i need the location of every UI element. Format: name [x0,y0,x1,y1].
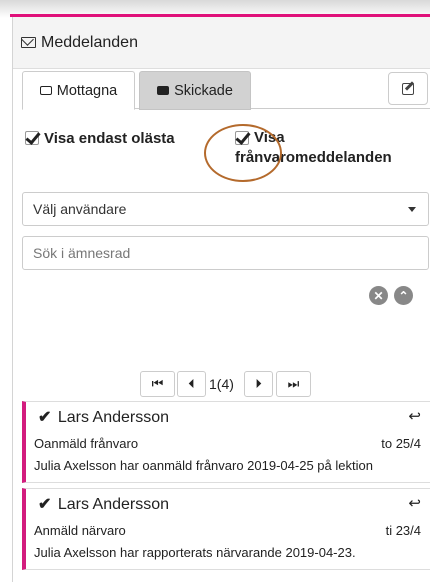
inbox-icon [157,86,170,95]
message-subject: Anmäld närvaro [34,523,126,538]
message-subject: Oanmäld frånvaro [34,436,139,451]
subject-search-placeholder: Sök i ämnesrad [33,245,131,261]
tab-sent-label: Skickade [174,82,233,99]
reply-icon[interactable]: ↩ [408,407,421,425]
collapse-icon[interactable]: ⌃ [394,286,413,305]
unread-only-checkbox[interactable] [25,131,39,145]
message-preview: Julia Axelsson har rapporterats närvaran… [34,545,356,560]
message-item[interactable]: ✔ Lars Andersson ↩ Oanmäld frånvaro to 2… [22,401,430,483]
message-item[interactable]: ✔ Lars Andersson ↩ Anmäld närvaro ti 23/… [22,488,430,570]
tab-inbox[interactable]: Mottagna [22,71,135,110]
tab-bar: Mottagna Skickade [22,71,430,110]
tab-sent[interactable]: Skickade [139,71,251,110]
annotation-circle [204,124,282,182]
panel-title: Meddelanden [41,33,138,51]
inbox-icon [39,86,52,95]
prev-page-icon: ⏴ [188,376,195,391]
panel-header: Meddelanden [13,17,430,69]
message-sender-row: ✔ Lars Andersson [38,494,169,514]
message-date: ti 23/4 [385,523,421,538]
first-page-button[interactable]: ⏮ [140,371,175,397]
read-check-icon: ✔ [38,496,52,513]
user-select-value: Välj användare [33,201,127,217]
prev-page-button[interactable]: ⏴ [177,371,206,397]
edit-icon [402,82,414,95]
last-page-button[interactable]: ⏭ [276,371,311,397]
message-date: to 25/4 [381,436,421,451]
messages-panel: Meddelanden Mottagna Skickade Visa endas… [12,17,430,582]
user-select[interactable]: Välj användare [22,192,429,226]
tab-inbox-label: Mottagna [56,82,118,99]
compose-button[interactable] [388,72,428,105]
message-sender: Lars Andersson [57,409,170,426]
chevron-down-icon [408,207,416,212]
unread-only-label: Visa endast olästa [44,130,175,147]
next-page-button[interactable]: ⏵ [244,371,273,397]
read-check-icon: ✔ [38,409,52,426]
next-page-icon: ⏵ [255,376,262,391]
reply-icon[interactable]: ↩ [408,494,421,512]
message-sender: Lars Andersson [57,496,170,513]
last-page-icon: ⏭ [287,376,300,391]
page-indicator: 1(4) [209,376,234,392]
clear-icon[interactable]: ✕ [369,286,388,305]
subject-search-input[interactable]: Sök i ämnesrad [22,236,429,270]
message-sender-row: ✔ Lars Andersson [38,407,169,427]
envelope-icon [21,37,36,48]
message-preview: Julia Axelsson har oanmäld frånvaro 2019… [34,458,373,473]
first-page-icon: ⏮ [151,376,164,391]
unread-only-filter[interactable]: Visa endast olästa [25,130,175,147]
